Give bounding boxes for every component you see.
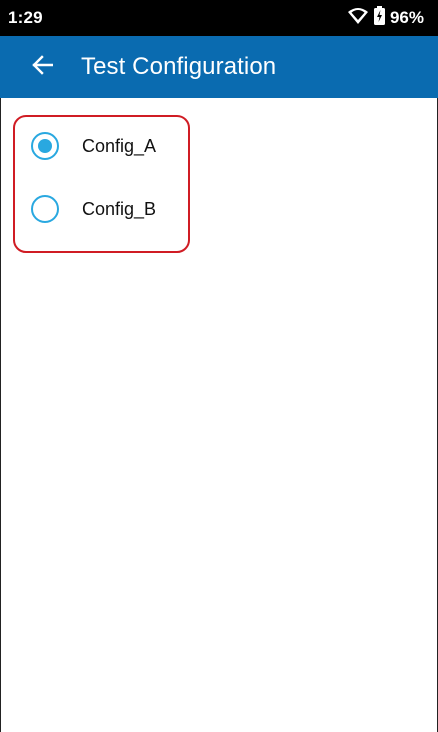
- back-button[interactable]: [19, 44, 65, 90]
- status-icons: 96%: [347, 6, 424, 30]
- battery-percent: 96%: [389, 8, 424, 27]
- app-bar: Test Configuration: [0, 36, 438, 98]
- arrow-left-icon: [31, 54, 54, 80]
- radio-button-selected[interactable]: [31, 132, 59, 160]
- status-bar: 1:29 96%: [0, 0, 438, 36]
- page-title: Test Configuration: [81, 53, 277, 80]
- config-option-a[interactable]: Config_A: [31, 128, 156, 164]
- battery-icon: [373, 6, 385, 30]
- config-option-label: Config_A: [82, 135, 157, 156]
- radio-button-unselected[interactable]: [31, 195, 59, 223]
- config-list-area: Config_A Config_B: [0, 98, 438, 732]
- radio-dot: [38, 139, 52, 153]
- wifi-icon: [347, 7, 369, 30]
- config-option-label: Config_B: [82, 198, 157, 219]
- status-time: 1:29: [8, 8, 43, 27]
- config-option-b[interactable]: Config_B: [31, 191, 156, 227]
